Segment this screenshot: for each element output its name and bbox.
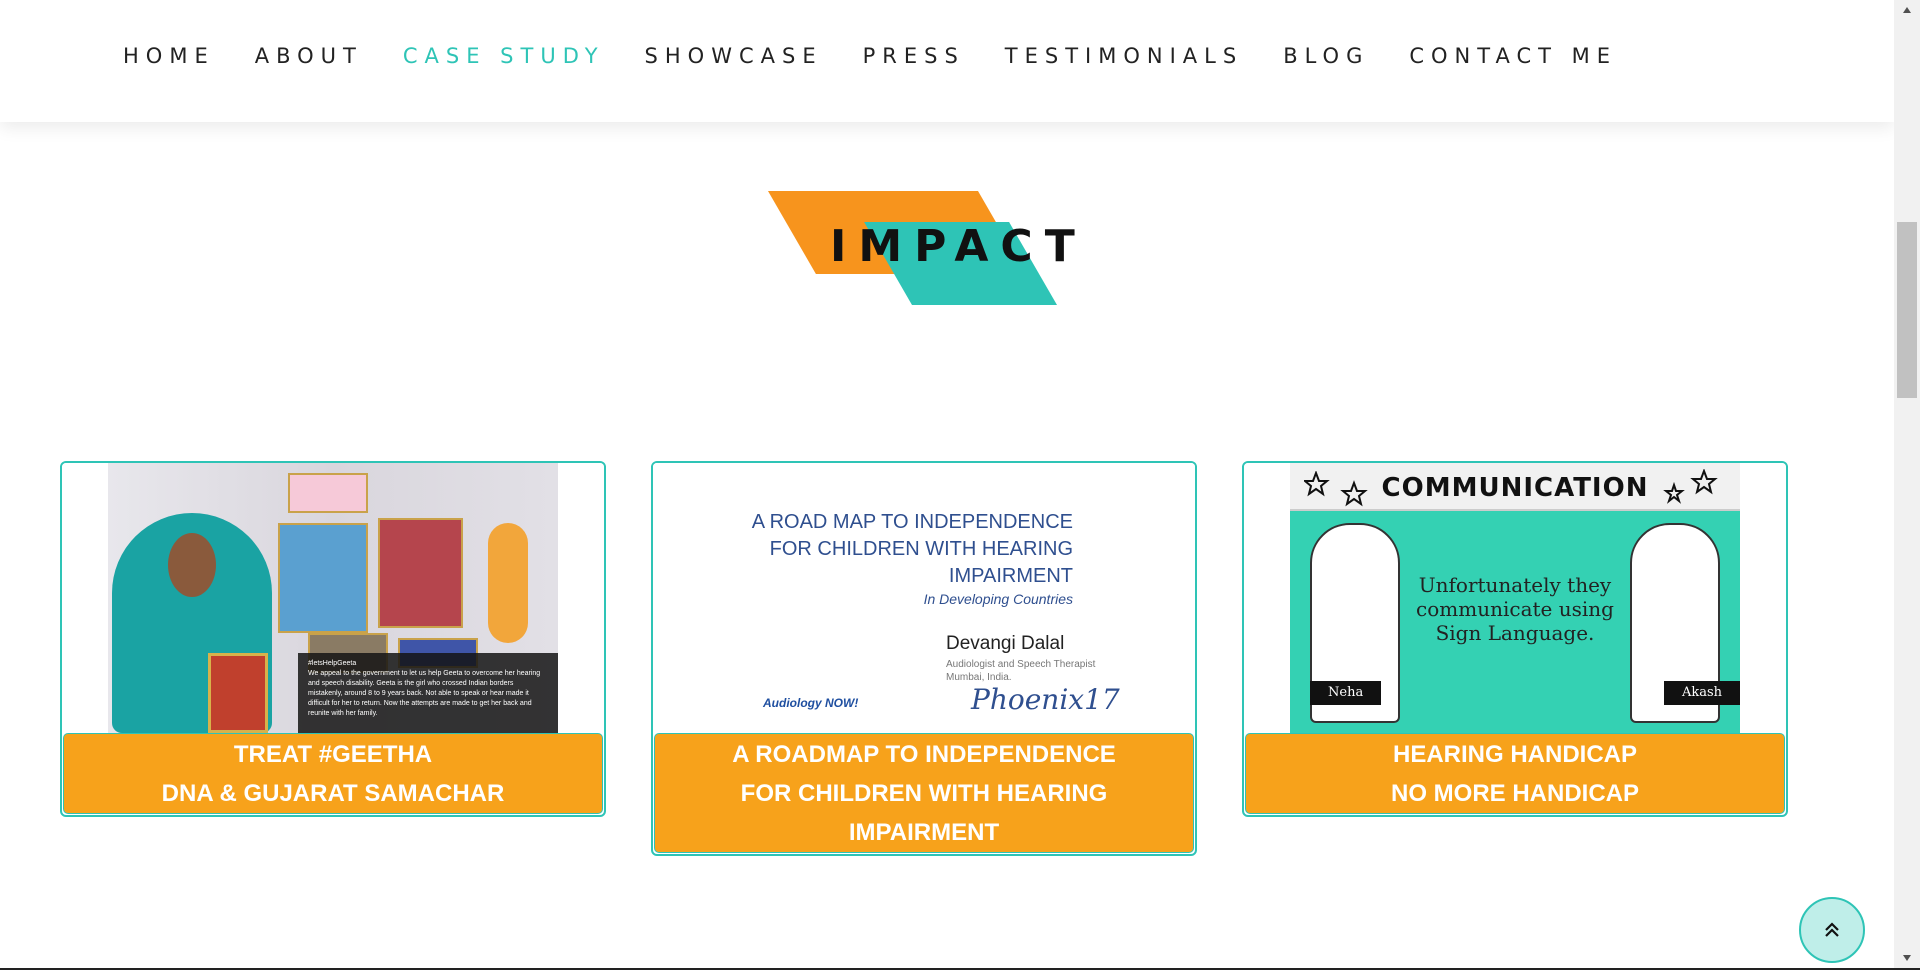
slide-title-line: A ROAD MAP TO INDEPENDENCE bbox=[751, 511, 1073, 533]
card-image: COMMUNICATION Unfortunately they communi… bbox=[1244, 463, 1786, 733]
scroll-to-top-button[interactable] bbox=[1799, 897, 1865, 963]
double-chevron-up-icon bbox=[1825, 922, 1839, 937]
impact-card-hearing-handicap[interactable]: COMMUNICATION Unfortunately they communi… bbox=[1242, 461, 1788, 817]
caption-line: DNA & GUJARAT SAMACHAR bbox=[161, 780, 505, 807]
nav-item-showcase[interactable]: SHOWCASE bbox=[645, 44, 823, 68]
name-tag-akash: Akash bbox=[1663, 681, 1740, 705]
impact-card-roadmap[interactable]: A ROAD MAP TO INDEPENDENCE FOR CHILDREN … bbox=[651, 461, 1197, 856]
om-poster bbox=[288, 473, 368, 513]
slide-title-line: FOR CHILDREN WITH HEARING bbox=[769, 538, 1073, 560]
caption-line: FOR CHILDREN WITH HEARING bbox=[740, 780, 1108, 807]
card-image: A ROAD MAP TO INDEPENDENCE FOR CHILDREN … bbox=[653, 463, 1195, 733]
nav-item-press[interactable]: PRESS bbox=[863, 44, 965, 68]
nav-item-testimonials[interactable]: TESTIMONIALS bbox=[1005, 44, 1243, 68]
slide-title-line: IMPAIRMENT bbox=[948, 565, 1073, 587]
vertical-scrollbar[interactable] bbox=[1894, 0, 1920, 968]
slide-subtitle: In Developing Countries bbox=[923, 591, 1073, 607]
audiology-now-logo: Audiology NOW! bbox=[763, 696, 859, 710]
nav-menu: HOME ABOUT CASE STUDY SHOWCASE PRESS TES… bbox=[123, 44, 1657, 68]
slide-title: A ROAD MAP TO INDEPENDENCE FOR CHILDREN … bbox=[752, 509, 1073, 590]
flower-garland bbox=[488, 523, 528, 643]
communication-illustration: COMMUNICATION Unfortunately they communi… bbox=[1290, 463, 1740, 733]
card-caption: HEARING HANDICAP NO MORE HANDICAP bbox=[1245, 733, 1785, 814]
scroll-down-arrow-icon[interactable] bbox=[1894, 948, 1920, 968]
overlay-hashtag: #letsHelpGeeta bbox=[308, 660, 357, 667]
roadmap-slide: A ROAD MAP TO INDEPENDENCE FOR CHILDREN … bbox=[653, 463, 1195, 733]
nav-item-contact-me[interactable]: CONTACT ME bbox=[1409, 44, 1617, 68]
slide-role: Audiologist and Speech Therapist Mumbai,… bbox=[946, 658, 1095, 684]
deity-poster bbox=[378, 518, 463, 628]
caption-line: A ROADMAP TO INDEPENDENCE bbox=[732, 741, 1116, 768]
communication-text: Unfortunately they communicate using Sig… bbox=[1416, 573, 1614, 645]
card-image: #letsHelpGeeta We appeal to the governme… bbox=[62, 463, 604, 733]
nav-item-blog[interactable]: BLOG bbox=[1283, 44, 1369, 68]
section-heading: IMPACT bbox=[768, 191, 1106, 305]
impact-card-geetha[interactable]: #letsHelpGeeta We appeal to the governme… bbox=[60, 461, 606, 817]
caption-line: NO MORE HANDICAP bbox=[1390, 780, 1639, 807]
overlay-text: We appeal to the government to let us he… bbox=[308, 670, 541, 717]
woman-face bbox=[168, 533, 216, 597]
star-icon bbox=[1663, 469, 1718, 504]
nav-item-about[interactable]: ABOUT bbox=[255, 44, 363, 68]
appeal-overlay: #letsHelpGeeta We appeal to the governme… bbox=[298, 653, 558, 733]
caption-line: HEARING HANDICAP bbox=[1392, 741, 1637, 768]
phoenix-logo: Phoenix17 bbox=[971, 683, 1120, 716]
slide-author: Devangi Dalal bbox=[946, 633, 1065, 654]
section-title: IMPACT bbox=[830, 221, 1087, 272]
page: HOME ABOUT CASE STUDY SHOWCASE PRESS TES… bbox=[0, 0, 1894, 968]
card-caption: A ROADMAP TO INDEPENDENCE FOR CHILDREN W… bbox=[654, 733, 1194, 853]
caption-line: TREAT #GEETHA bbox=[233, 741, 433, 768]
top-navbar: HOME ABOUT CASE STUDY SHOWCASE PRESS TES… bbox=[0, 0, 1894, 122]
deity-poster bbox=[278, 523, 368, 633]
scrollbar-thumb[interactable] bbox=[1897, 222, 1917, 398]
scroll-up-arrow-icon[interactable] bbox=[1894, 0, 1920, 20]
star-icon bbox=[1304, 471, 1368, 507]
slide-role-line: Audiologist and Speech Therapist bbox=[946, 659, 1096, 670]
geetha-photo: #letsHelpGeeta We appeal to the governme… bbox=[108, 463, 558, 733]
name-tag-neha: Neha bbox=[1310, 681, 1382, 705]
held-picture bbox=[208, 653, 268, 733]
nav-item-case-study[interactable]: CASE STUDY bbox=[403, 44, 605, 68]
caption-line: IMPAIRMENT bbox=[848, 819, 1000, 846]
card-caption: TREAT #GEETHA DNA & GUJARAT SAMACHAR bbox=[63, 733, 603, 814]
nav-item-home[interactable]: HOME bbox=[123, 44, 215, 68]
